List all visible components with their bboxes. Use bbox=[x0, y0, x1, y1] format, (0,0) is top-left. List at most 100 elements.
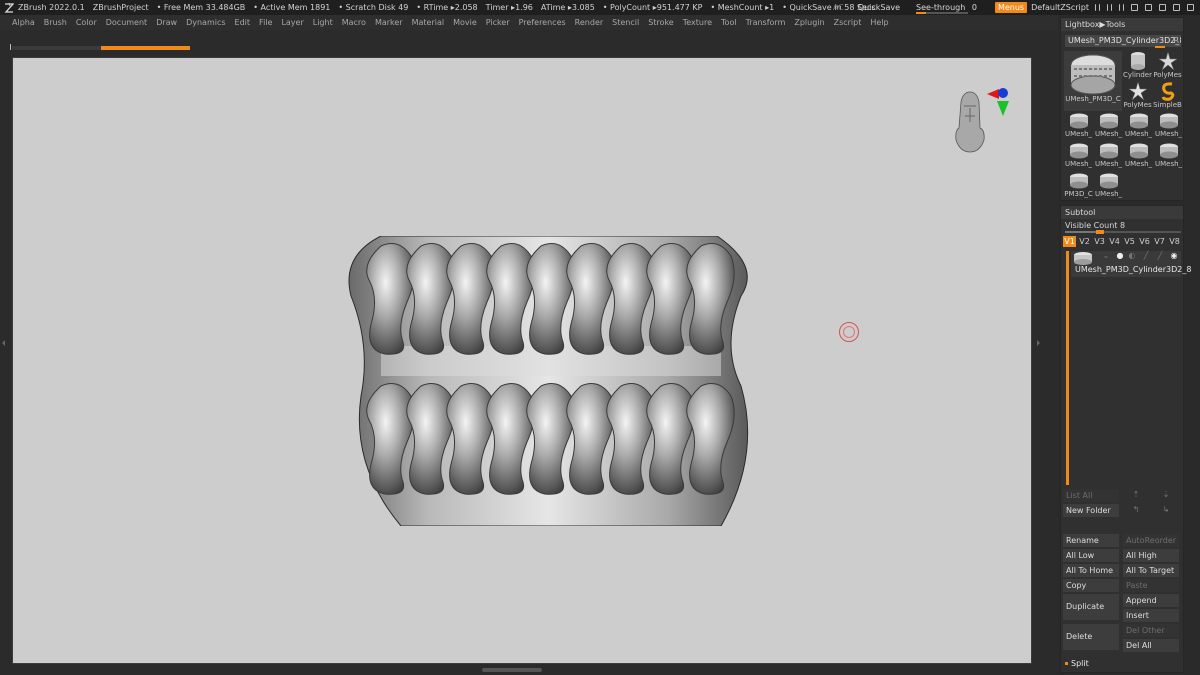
bottom-shelf-grip[interactable] bbox=[482, 668, 542, 672]
subtool-folder-icon[interactable]: ╱ bbox=[1155, 251, 1165, 261]
tool-thumb-main[interactable]: UMesh_PM3D_C bbox=[1064, 51, 1122, 111]
y-axis-arrow[interactable] bbox=[997, 101, 1009, 116]
right-tray-toggle[interactable] bbox=[1036, 330, 1042, 358]
menu-zplugin[interactable]: Zplugin bbox=[794, 18, 824, 27]
menu-help[interactable]: Help bbox=[870, 18, 888, 27]
subtool-polypaint-icon[interactable]: ● bbox=[1115, 251, 1125, 261]
menu-zscript[interactable]: Zscript bbox=[834, 18, 862, 27]
tool-thumb-grid-item[interactable]: UMesh_ bbox=[1064, 142, 1093, 171]
menu-preferences[interactable]: Preferences bbox=[519, 18, 566, 27]
layout-icon[interactable] bbox=[1095, 4, 1100, 11]
tool-thumb-grid-item[interactable]: UMesh_ bbox=[1124, 112, 1153, 141]
version-button-v2[interactable]: V2 bbox=[1078, 236, 1091, 247]
menu-macro[interactable]: Macro bbox=[342, 18, 366, 27]
paste-button[interactable]: Paste bbox=[1123, 579, 1179, 592]
menu-picker[interactable]: Picker bbox=[486, 18, 510, 27]
list-all-button[interactable]: List All bbox=[1063, 489, 1119, 502]
menu-document[interactable]: Document bbox=[106, 18, 147, 27]
subtool-solo-icon[interactable]: ◐ bbox=[1127, 251, 1137, 261]
new-folder-button[interactable]: New Folder bbox=[1063, 504, 1119, 517]
menu-brush[interactable]: Brush bbox=[44, 18, 67, 27]
menu-stencil[interactable]: Stencil bbox=[612, 18, 639, 27]
menu-alpha[interactable]: Alpha bbox=[12, 18, 35, 27]
palette-icon[interactable] bbox=[1119, 4, 1124, 11]
insert-button[interactable]: Insert bbox=[1123, 609, 1179, 622]
ac-button[interactable]: AC bbox=[833, 3, 844, 12]
subtool-visibility-eye-icon[interactable]: ◉ bbox=[1169, 251, 1179, 261]
see-through-slider[interactable]: See-through 0 bbox=[916, 3, 983, 14]
menu-dynamics[interactable]: Dynamics bbox=[186, 18, 225, 27]
rename-button[interactable]: Rename bbox=[1063, 534, 1119, 547]
tool-thumb-grid-item[interactable]: UMesh_ bbox=[1094, 112, 1123, 141]
auto-reorder-button[interactable]: AutoReorder bbox=[1123, 534, 1179, 547]
tool-thumb-grid-item[interactable]: UMesh_ bbox=[1064, 112, 1093, 141]
menu-material[interactable]: Material bbox=[412, 18, 445, 27]
all-to-target-button[interactable]: All To Target bbox=[1123, 564, 1179, 577]
menu-file[interactable]: File bbox=[259, 18, 272, 27]
tool-thumb-grid-item[interactable]: UMesh_ bbox=[1154, 142, 1183, 171]
left-tray-toggle[interactable] bbox=[1, 330, 7, 358]
del-all-button[interactable]: Del All bbox=[1123, 639, 1179, 652]
version-button-v3[interactable]: V3 bbox=[1093, 236, 1106, 247]
tool-thumb-grid-item[interactable]: UMesh_ bbox=[1094, 172, 1123, 201]
menu-edit[interactable]: Edit bbox=[235, 18, 251, 27]
all-low-button[interactable]: All Low bbox=[1063, 549, 1119, 562]
all-to-home-button[interactable]: All To Home bbox=[1063, 564, 1119, 577]
all-high-button[interactable]: All High bbox=[1123, 549, 1179, 562]
default-zscript-button[interactable]: DefaultZScript bbox=[1031, 3, 1089, 12]
menus-toggle-button[interactable]: Menus bbox=[994, 2, 1028, 13]
menu-stroke[interactable]: Stroke bbox=[648, 18, 674, 27]
version-button-v8[interactable]: V8 bbox=[1168, 236, 1181, 247]
version-button-v6[interactable]: V6 bbox=[1138, 236, 1151, 247]
tool-thumb-cylinder[interactable]: Cylinder bbox=[1123, 51, 1152, 81]
x-axis-arrow[interactable] bbox=[987, 89, 999, 99]
navigation-gizmo-head[interactable] bbox=[947, 82, 1017, 160]
tool-thumb-grid-item[interactable]: UMesh_ bbox=[1094, 142, 1123, 171]
tool-thumb-grid-item[interactable]: UMesh_ bbox=[1124, 142, 1153, 171]
menu-light[interactable]: Light bbox=[313, 18, 333, 27]
tool-thumb-grid-item[interactable]: PM3D_C bbox=[1064, 172, 1093, 201]
copy-button[interactable]: Copy bbox=[1063, 579, 1119, 592]
visible-count-slider[interactable] bbox=[1065, 230, 1181, 234]
version-button-v4[interactable]: V4 bbox=[1108, 236, 1121, 247]
document-canvas[interactable] bbox=[12, 57, 1032, 664]
menu-transform[interactable]: Transform bbox=[746, 18, 786, 27]
cylinder-mesh-model[interactable] bbox=[341, 236, 757, 526]
quicksave-button[interactable]: QuickSave bbox=[858, 3, 900, 12]
menu-marker[interactable]: Marker bbox=[375, 18, 403, 27]
arrow-turn-up-icon[interactable]: ↰ bbox=[1131, 505, 1141, 515]
version-button-v5[interactable]: V5 bbox=[1123, 236, 1136, 247]
append-button[interactable]: Append bbox=[1123, 594, 1179, 607]
menu-color[interactable]: Color bbox=[76, 18, 97, 27]
move-down-icon[interactable]: ⇣ bbox=[1161, 490, 1171, 500]
tool-thumb-simplebrush[interactable]: SimpleB bbox=[1153, 81, 1182, 111]
duplicate-button[interactable]: Duplicate bbox=[1063, 594, 1119, 620]
subtool-list-scrollbar[interactable] bbox=[1066, 251, 1069, 485]
interface-icon[interactable] bbox=[1107, 4, 1112, 11]
tray-scrollbar[interactable] bbox=[1188, 25, 1194, 665]
tool-thumb-polymesh-star-2[interactable]: PolyMes bbox=[1123, 81, 1152, 111]
visible-count-knob[interactable] bbox=[1095, 230, 1104, 234]
menu-layer[interactable]: Layer bbox=[281, 18, 303, 27]
lightbox-tools-button[interactable]: Lightbox▶Tools bbox=[1061, 18, 1183, 31]
subtool-header[interactable]: Subtool bbox=[1061, 206, 1183, 219]
arrow-turn-down-icon[interactable]: ↳ bbox=[1161, 505, 1171, 515]
tool-thumb-polymesh-star[interactable]: PolyMes bbox=[1153, 51, 1182, 81]
version-button-v7[interactable]: V7 bbox=[1153, 236, 1166, 247]
split-section-toggle[interactable]: Split bbox=[1065, 659, 1089, 668]
close-icon[interactable] bbox=[1187, 4, 1194, 11]
maximize-icon[interactable] bbox=[1173, 4, 1180, 11]
version-button-v1[interactable]: V1 bbox=[1063, 236, 1076, 247]
move-up-icon[interactable]: ⇡ bbox=[1131, 490, 1141, 500]
delete-button[interactable]: Delete bbox=[1063, 624, 1119, 650]
theme-icon[interactable] bbox=[1131, 4, 1138, 11]
menu-tool[interactable]: Tool bbox=[721, 18, 737, 27]
help-icon[interactable] bbox=[1145, 4, 1152, 11]
tool-thumb-grid-item[interactable]: UMesh_ bbox=[1154, 112, 1183, 141]
subtool-lock-icon[interactable]: ╱ bbox=[1141, 251, 1151, 261]
minimize-icon[interactable] bbox=[1159, 4, 1166, 11]
del-other-button[interactable]: Del Other bbox=[1123, 624, 1179, 637]
menu-draw[interactable]: Draw bbox=[156, 18, 177, 27]
menu-render[interactable]: Render bbox=[575, 18, 603, 27]
subtool-item[interactable]: ⌄ ● ◐ ╱ ╱ ◉ UMesh_PM3D_Cylinder3D2_8 bbox=[1065, 251, 1191, 277]
